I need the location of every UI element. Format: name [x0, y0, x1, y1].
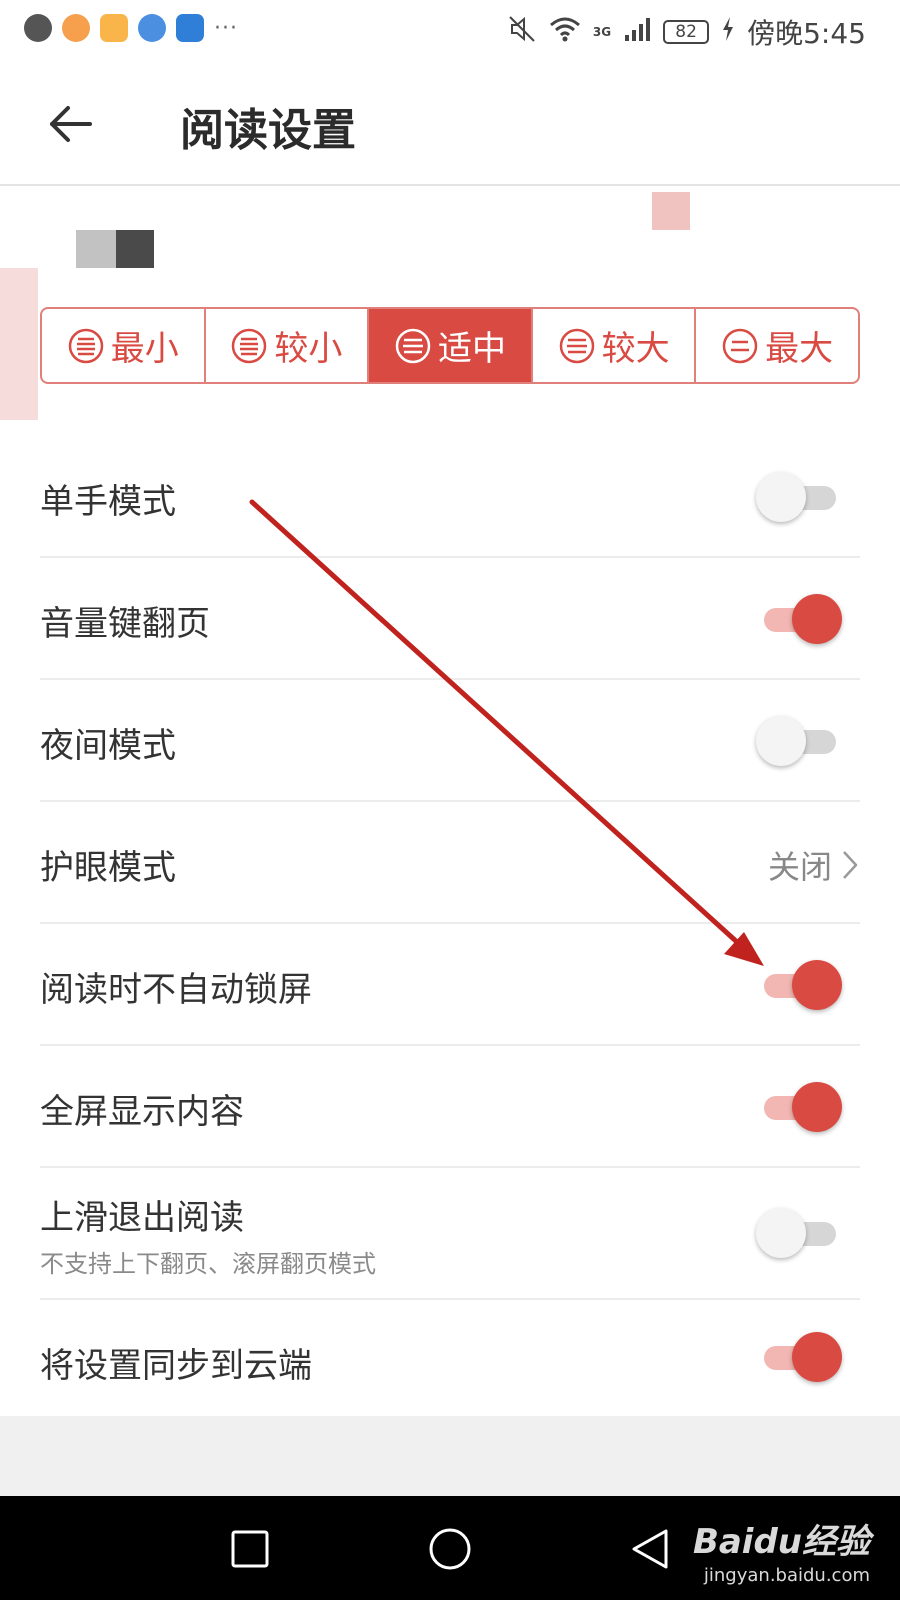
- mute-icon: [507, 14, 537, 50]
- setting-label: 全屏显示内容: [40, 1092, 244, 1132]
- redacted-block: [116, 230, 154, 268]
- system-navigation-bar: Baidu经验 jingyan.baidu.com: [0, 1496, 900, 1600]
- font-size-option-largest[interactable]: 最大: [696, 309, 858, 382]
- setting-row-eye-care-mode[interactable]: 护眼模式 关闭: [40, 802, 860, 924]
- setting-row-cloud-sync[interactable]: 将设置同步到云端: [40, 1300, 860, 1416]
- cloud-sync-toggle[interactable]: [760, 1332, 842, 1382]
- font-size-label: 较小: [274, 329, 343, 369]
- shield-app-icon: [176, 14, 204, 42]
- battery-level: 82: [663, 20, 710, 44]
- signal-icon: [623, 15, 651, 49]
- font-size-label: 最小: [110, 329, 179, 369]
- chevron-right-icon: [843, 851, 858, 879]
- back-arrow-icon: [50, 106, 92, 142]
- font-size-label: 适中: [437, 329, 506, 369]
- setting-sublabel: 不支持上下翻页、滚屏翻页模式: [40, 1250, 376, 1278]
- eye-care-mode-value: 关闭: [768, 842, 860, 888]
- font-size-selector: 最小 较小 适中 较大 最大: [40, 307, 860, 384]
- message-app-icon: [24, 14, 52, 42]
- status-bar: ··· 3G 82 傍晚5:45: [0, 0, 900, 60]
- charging-icon: [721, 16, 735, 48]
- network-type-label: 3G: [592, 25, 612, 39]
- setting-row-fullscreen-content[interactable]: 全屏显示内容: [40, 1046, 860, 1168]
- keep-screen-on-toggle[interactable]: [760, 960, 842, 1010]
- watermark-url: jingyan.baidu.com: [703, 1565, 870, 1586]
- circle-icon: [429, 1528, 471, 1570]
- back-button[interactable]: [44, 100, 96, 148]
- cat-app-icon: [62, 14, 90, 42]
- lines-circle-icon: [395, 328, 431, 363]
- redacted-block: [0, 268, 38, 420]
- setting-label: 夜间模式: [40, 726, 176, 766]
- font-size-option-larger[interactable]: 较大: [533, 309, 697, 382]
- square-icon: [231, 1530, 269, 1568]
- notification-icons: ···: [24, 14, 238, 42]
- eye-care-mode-status: 关闭: [767, 848, 832, 886]
- redacted-block: [652, 192, 690, 230]
- font-size-label: 最大: [765, 329, 834, 369]
- browser-app-icon: [138, 14, 166, 42]
- swipe-up-exit-toggle[interactable]: [756, 1208, 840, 1258]
- fullscreen-content-toggle[interactable]: [760, 1082, 842, 1132]
- lines-circle-icon: [559, 328, 594, 363]
- night-mode-toggle[interactable]: [756, 716, 840, 766]
- page-title: 阅读设置: [180, 105, 356, 156]
- app-header: 阅读设置: [0, 62, 900, 186]
- lines-circle-icon: [232, 328, 267, 363]
- setting-row-volume-key-page[interactable]: 音量键翻页: [40, 558, 860, 680]
- setting-label: 单手模式: [40, 482, 176, 522]
- setting-row-night-mode[interactable]: 夜间模式: [40, 680, 860, 802]
- one-hand-mode-toggle[interactable]: [756, 472, 840, 522]
- setting-label: 阅读时不自动锁屏: [40, 970, 312, 1010]
- home-button[interactable]: [425, 1524, 475, 1574]
- baidu-jingyan-watermark: Baidu经验 jingyan.baidu.com: [693, 1514, 870, 1586]
- font-size-label: 较大: [601, 329, 670, 369]
- font-size-option-medium[interactable]: 适中: [369, 309, 533, 382]
- package-app-icon: [100, 14, 128, 42]
- setting-row-keep-screen-on[interactable]: 阅读时不自动锁屏: [40, 924, 860, 1046]
- more-notifications-icon: ···: [214, 15, 238, 41]
- lines-circle-icon: [722, 328, 758, 363]
- setting-label: 护眼模式: [40, 848, 176, 888]
- list-footer-area: [0, 1416, 900, 1496]
- setting-label: 上滑退出阅读: [40, 1198, 244, 1238]
- font-size-option-smallest[interactable]: 最小: [42, 309, 206, 382]
- setting-label: 将设置同步到云端: [40, 1346, 312, 1386]
- lines-circle-icon: [68, 328, 104, 363]
- wifi-icon: [549, 15, 581, 49]
- setting-label: 音量键翻页: [40, 604, 210, 644]
- back-nav-button[interactable]: [625, 1524, 675, 1574]
- setting-row-one-hand-mode[interactable]: 单手模式: [40, 436, 860, 558]
- setting-row-swipe-up-exit[interactable]: 上滑退出阅读 不支持上下翻页、滚屏翻页模式: [40, 1168, 860, 1300]
- volume-key-page-toggle[interactable]: [760, 594, 842, 644]
- clock: 傍晚5:45: [747, 17, 866, 50]
- triangle-back-icon: [632, 1529, 668, 1569]
- font-size-option-smaller[interactable]: 较小: [206, 309, 370, 382]
- watermark-brand: Baidu经验: [692, 1522, 870, 1562]
- recent-apps-button[interactable]: [225, 1524, 275, 1574]
- redacted-block: [76, 230, 116, 268]
